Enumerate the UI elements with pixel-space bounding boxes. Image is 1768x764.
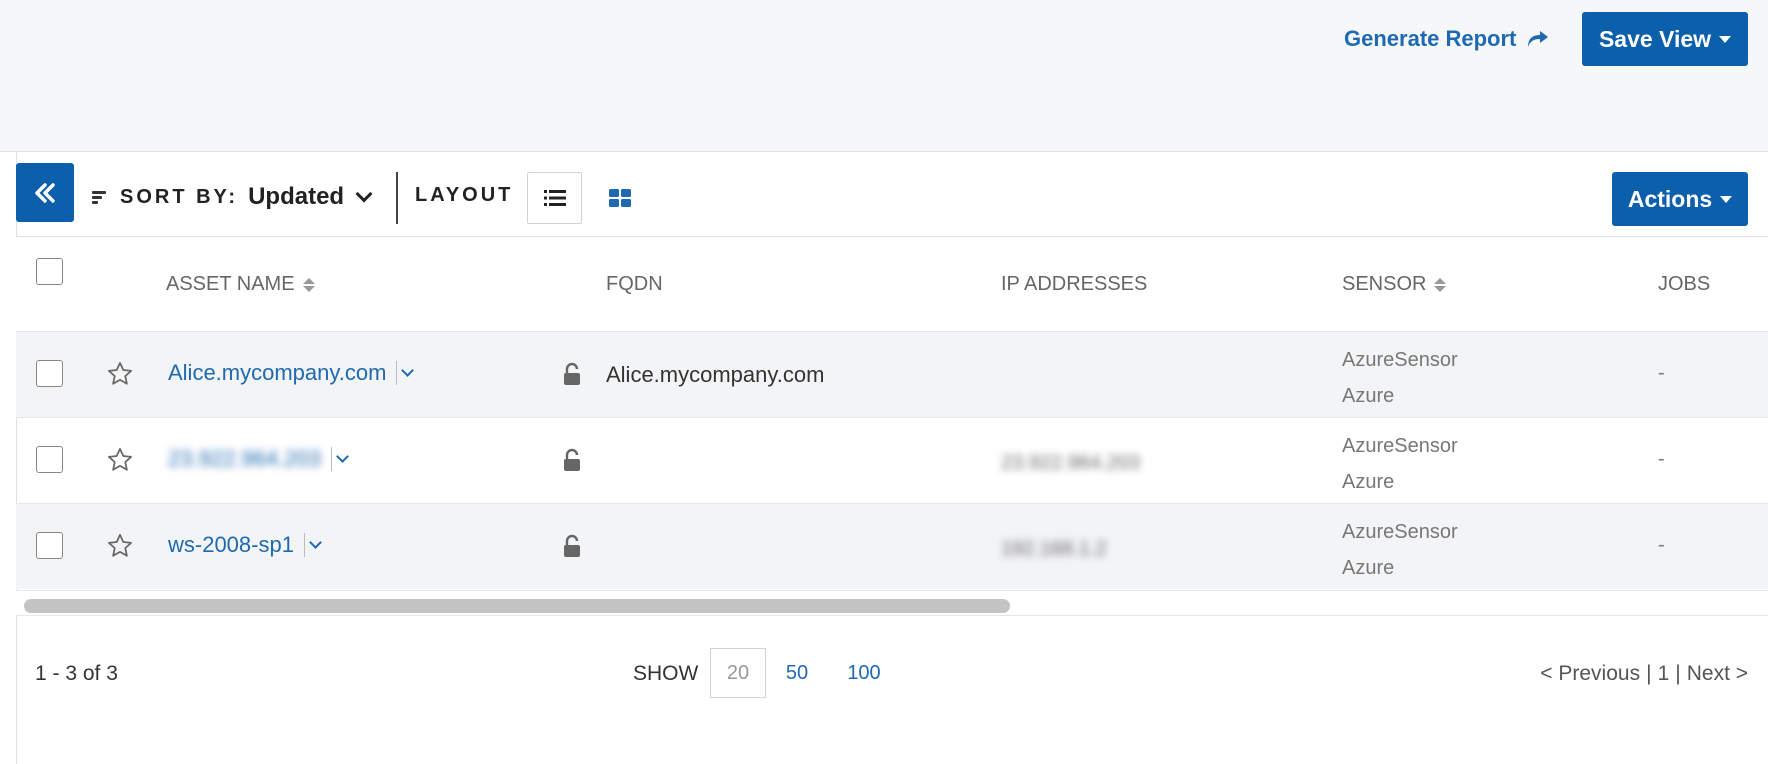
pager: < Previous | 1 | Next > [1540, 662, 1748, 686]
sort-arrows-icon [1434, 277, 1447, 292]
save-view-button[interactable]: Save View [1582, 12, 1748, 66]
unlocked-icon [564, 362, 580, 385]
list-layout-button[interactable] [527, 172, 582, 224]
column-fqdn: FQDN [606, 273, 663, 296]
star-outline-icon[interactable] [106, 446, 134, 474]
page-size-20[interactable]: 20 [710, 648, 766, 698]
generate-report-link[interactable]: Generate Report [1344, 24, 1550, 54]
sensor-type: Azure [1342, 471, 1395, 493]
jobs-text: - [1658, 362, 1665, 384]
layout-label: LAYOUT [415, 184, 514, 206]
chevron-down-icon[interactable] [401, 364, 415, 377]
chevron-down-icon[interactable] [355, 185, 373, 203]
star-outline-icon[interactable] [106, 360, 134, 388]
sensor-name: AzureSensor [1342, 435, 1458, 457]
toolbar-divider [396, 172, 398, 224]
list-layout-icon [543, 190, 566, 206]
grid-layout-button[interactable] [592, 172, 647, 224]
column-sensor-label: SENSOR [1342, 273, 1427, 295]
unlocked-icon [564, 534, 580, 557]
row-checkbox[interactable] [36, 532, 63, 559]
chevron-down-icon[interactable] [309, 536, 322, 549]
star-outline-icon[interactable] [106, 532, 134, 560]
asset-name-link[interactable]: 23.922.964.203 [168, 446, 349, 472]
caret-down-icon [1720, 195, 1733, 203]
table-header: ASSET NAME FQDN IP ADDRESSES SENSOR JOBS [16, 237, 1768, 331]
column-asset-name-label: ASSET NAME [166, 273, 295, 295]
result-range: 1 - 3 of 3 [35, 662, 118, 685]
sort-lines-icon [92, 189, 108, 205]
sort-arrows-icon [302, 277, 315, 292]
page-number[interactable]: 1 [1658, 662, 1670, 686]
ip-text: 23.922.964.203 [1001, 452, 1141, 474]
share-arrow-icon [1528, 31, 1549, 47]
actions-label: Actions [1627, 185, 1713, 212]
page-size-50[interactable]: 50 [772, 648, 822, 698]
asset-name-text: Alice.mycompany.com [168, 360, 387, 385]
sort-by-control[interactable]: SORT BY: Updated [92, 170, 373, 224]
table-row: ws-2008-sp1 192.168.1.2 AzureSensor Azur… [16, 503, 1768, 589]
sensor-type: Azure [1342, 557, 1395, 579]
row-checkbox[interactable] [36, 360, 63, 387]
pager-separator: | [1646, 662, 1652, 685]
asset-name-link[interactable]: ws-2008-sp1 [168, 532, 322, 558]
sensor-cell: AzureSensor Azure [1342, 342, 1458, 414]
column-ip-label: IP ADDRESSES [1001, 273, 1148, 295]
separator [303, 533, 305, 557]
table-row: 23.922.964.203 23.922.964.203 AzureSenso… [16, 417, 1768, 503]
jobs-text: - [1658, 534, 1665, 556]
previous-page-link[interactable]: < Previous [1540, 662, 1640, 686]
assets-table: ASSET NAME FQDN IP ADDRESSES SENSOR JOBS… [16, 237, 1768, 589]
column-asset-name[interactable]: ASSET NAME [166, 273, 315, 296]
sensor-name: AzureSensor [1342, 349, 1458, 371]
sort-by-label: SORT BY: [120, 185, 239, 208]
page-size-100[interactable]: 100 [834, 648, 894, 698]
horizontal-scrollbar[interactable] [16, 590, 1768, 616]
double-chevron-left-icon [35, 182, 55, 203]
next-page-link[interactable]: Next > [1687, 662, 1748, 686]
save-view-label: Save View [1598, 25, 1712, 52]
sensor-name: AzureSensor [1342, 521, 1458, 543]
sensor-cell: AzureSensor Azure [1342, 428, 1458, 500]
separator [396, 361, 398, 385]
caret-down-icon [1719, 35, 1732, 43]
sensor-cell: AzureSensor Azure [1342, 514, 1458, 586]
separator [330, 447, 332, 471]
row-checkbox[interactable] [36, 446, 63, 473]
asset-name-text: ws-2008-sp1 [168, 532, 294, 557]
column-jobs-label: JOBS [1658, 273, 1711, 295]
asset-name-text: 23.922.964.203 [168, 446, 321, 471]
unlocked-icon [564, 448, 580, 471]
show-label: SHOW [633, 662, 699, 685]
page-header: Generate Report Save View [0, 0, 1768, 152]
collapse-panel-button[interactable] [16, 163, 74, 222]
scrollbar-thumb[interactable] [24, 599, 1010, 613]
column-sensor[interactable]: SENSOR [1342, 273, 1447, 296]
column-jobs: JOBS [1658, 273, 1710, 296]
actions-button[interactable]: Actions [1612, 172, 1748, 226]
sensor-type: Azure [1342, 385, 1395, 407]
ip-text: 192.168.1.2 [1001, 538, 1107, 560]
fqdn-text: Alice.mycompany.com [606, 362, 825, 387]
grid-layout-icon [608, 189, 631, 207]
asset-name-link[interactable]: Alice.mycompany.com [168, 360, 415, 386]
pagination-footer: 1 - 3 of 3 SHOW 20 50 100 < Previous | 1… [16, 620, 1768, 764]
chevron-down-icon[interactable] [336, 450, 349, 463]
pager-separator: | [1675, 662, 1681, 685]
generate-report-label: Generate Report [1344, 26, 1517, 51]
select-all-checkbox[interactable] [36, 258, 63, 285]
jobs-text: - [1658, 448, 1665, 470]
column-ip-addresses: IP ADDRESSES [1001, 273, 1147, 296]
column-fqdn-label: FQDN [606, 273, 663, 295]
table-row: Alice.mycompany.com Alice.mycompany.com … [16, 331, 1768, 417]
sort-by-value[interactable]: Updated [248, 183, 344, 211]
